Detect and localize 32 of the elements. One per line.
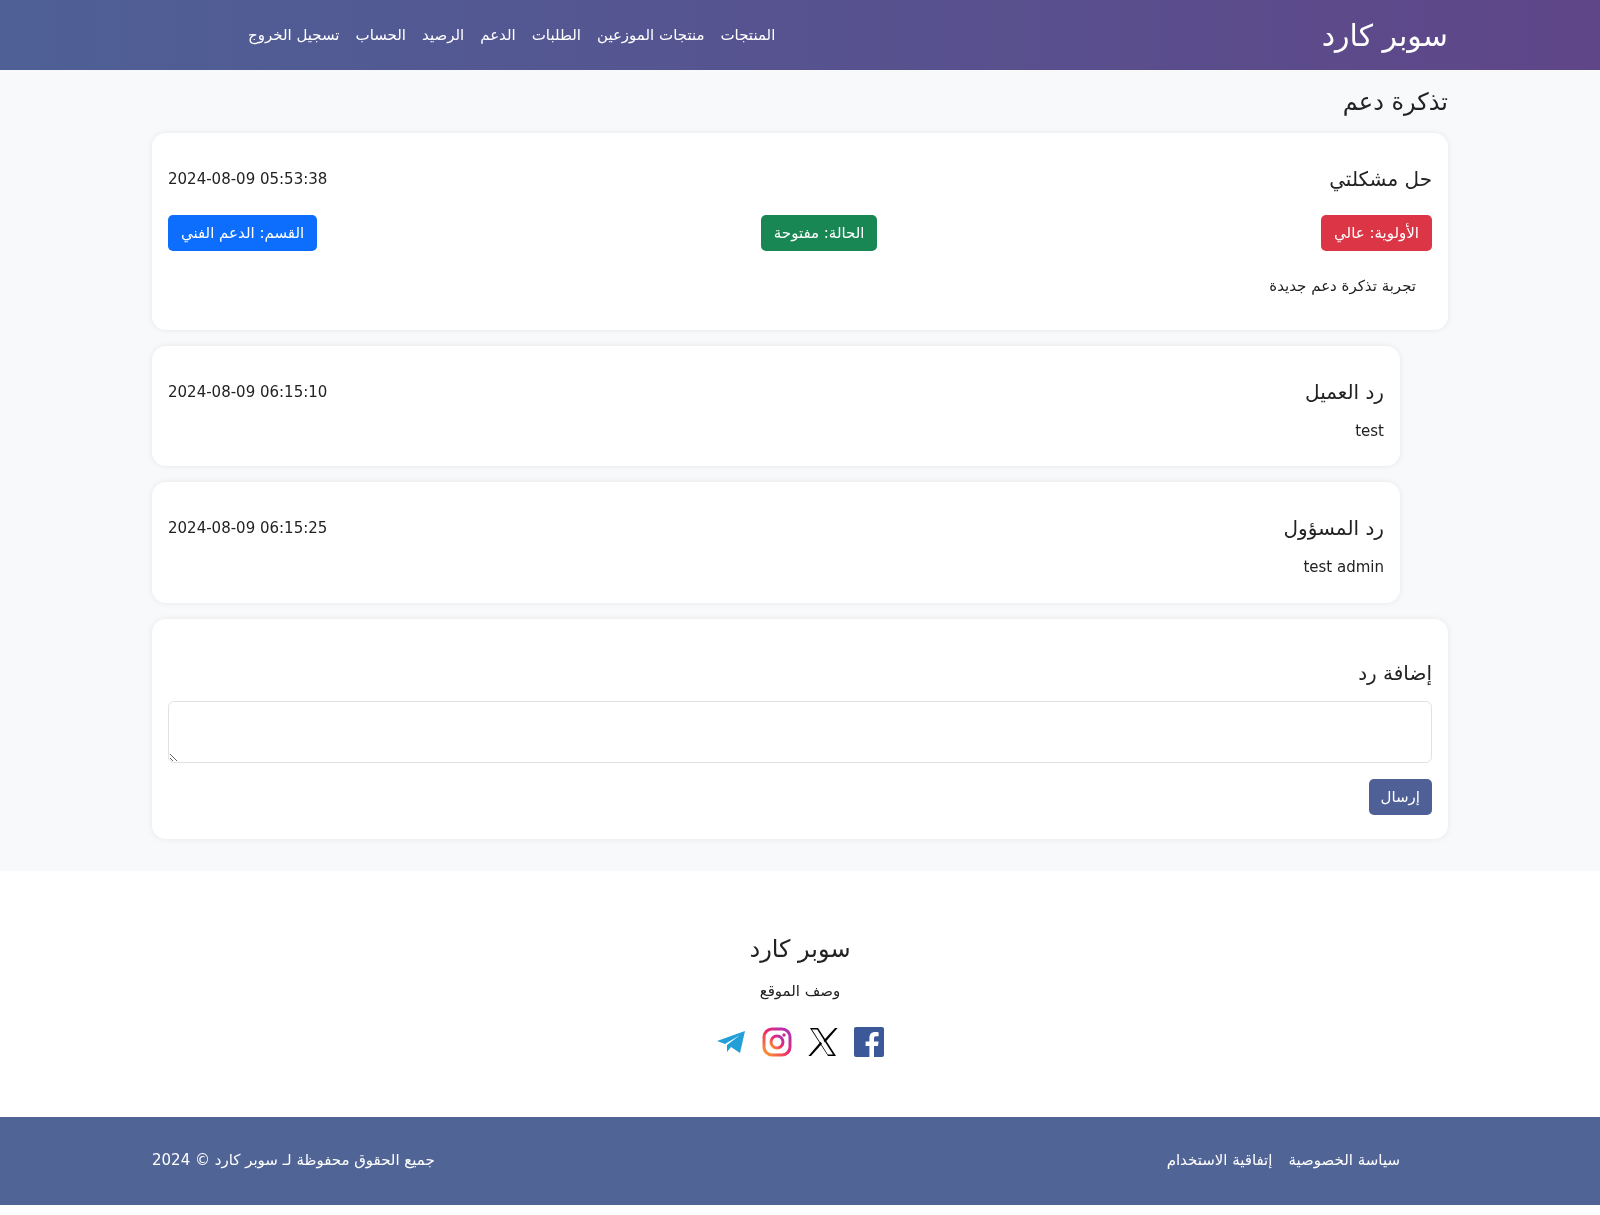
nav-link[interactable]: الدعم bbox=[480, 23, 516, 47]
reply-text: test bbox=[1354, 420, 1384, 442]
reply-date: 2024-08-09 06:15:10 bbox=[168, 381, 328, 403]
ticket-date: 2024-08-09 05:53:38 bbox=[168, 168, 328, 190]
footer-link[interactable]: سياسة الخصوصية bbox=[1288, 1149, 1400, 1172]
nav-link[interactable]: الرصيد bbox=[422, 23, 465, 47]
footer-brand: سوبر كارد bbox=[748, 935, 852, 965]
ticket-description: تجربة تذكرة دعم جديدة bbox=[1268, 276, 1416, 298]
reply-date: 2024-08-09 06:15:25 bbox=[168, 518, 328, 540]
reply-form-title: إضافة رد bbox=[1357, 660, 1432, 685]
nav-link[interactable]: الطلبات bbox=[531, 23, 581, 47]
brand-link[interactable]: سوبر كارد bbox=[1321, 12, 1448, 58]
x-icon[interactable] bbox=[808, 1026, 838, 1057]
reply-author: رد العميل bbox=[1305, 379, 1384, 404]
facebook-icon[interactable] bbox=[854, 1026, 884, 1057]
footer-link[interactable]: إتفاقية الاستخدام bbox=[1166, 1149, 1273, 1172]
nav-link[interactable]: المنتجات bbox=[720, 23, 776, 47]
send-button[interactable]: إرسال bbox=[1368, 778, 1432, 816]
instagram-icon[interactable] bbox=[762, 1026, 792, 1057]
nav-link[interactable]: منتجات الموزعين bbox=[596, 23, 705, 47]
ticket-title: حل مشكلتي bbox=[1329, 166, 1432, 191]
ticket-tag: القسم: الدعم الفني bbox=[168, 214, 318, 252]
copyright-text: جميع الحقوق محفوظة لـ سوبر كارد © 2024 bbox=[152, 1150, 435, 1172]
footer-description: وصف الموقع bbox=[758, 981, 842, 1003]
reply-author: رد المسؤول bbox=[1283, 516, 1384, 541]
nav-link[interactable]: الحساب bbox=[355, 23, 407, 47]
reply-input[interactable] bbox=[168, 700, 1432, 763]
nav-link[interactable]: تسجيل الخروج bbox=[248, 23, 340, 47]
ticket-tag: الحالة: مفتوحة bbox=[760, 214, 878, 252]
reply-text: test admin bbox=[1302, 557, 1384, 579]
ticket-tag: الأولوية: عالي bbox=[1321, 214, 1432, 252]
page-title: تذكرة دعم bbox=[1341, 88, 1448, 117]
